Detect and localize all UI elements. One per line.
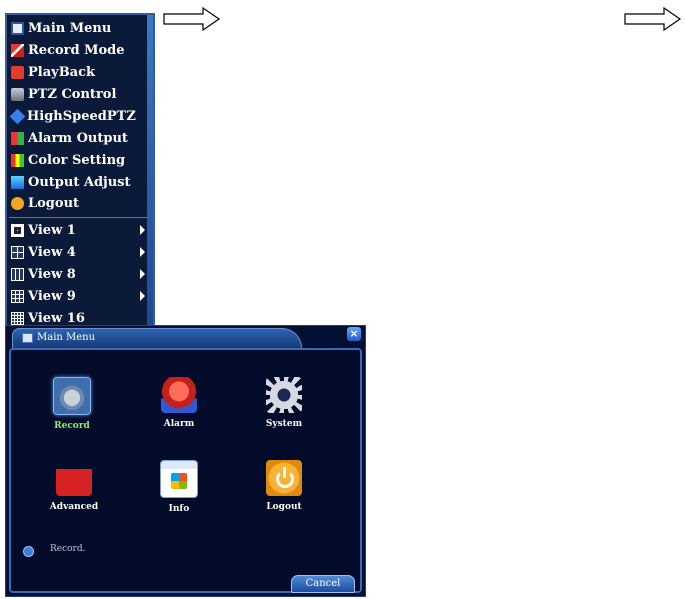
main-menu-window: Main Menu × Record Alarm System Advanced…	[5, 325, 366, 597]
menu-item-color-setting[interactable]: Color Setting	[7, 150, 151, 171]
right-arrow-icon	[163, 6, 221, 32]
menu-item-main-menu[interactable]: Main Menu	[7, 18, 151, 39]
menu-item-output-adjust[interactable]: Output Adjust	[7, 172, 151, 193]
submenu-arrow-icon	[140, 269, 145, 279]
color-setting-icon	[11, 154, 24, 167]
alarm-icon	[161, 377, 197, 413]
menu-item-view-4[interactable]: View 4	[7, 242, 151, 263]
tile-label: Advanced	[49, 502, 99, 512]
close-button[interactable]: ×	[347, 327, 361, 341]
menu-item-label: Alarm Output	[28, 131, 128, 146]
logout-icon	[11, 197, 24, 210]
menu-item-label: Output Adjust	[28, 175, 131, 190]
main-menu-icon	[22, 333, 33, 343]
menu-item-logout[interactable]: Logout	[7, 193, 151, 214]
tile-record[interactable]: Record	[32, 377, 112, 431]
menu-item-alarm-output[interactable]: Alarm Output	[7, 128, 151, 149]
menu-item-label: View 1	[28, 223, 76, 238]
view-8-icon	[11, 268, 24, 281]
menu-item-label: Logout	[28, 196, 80, 211]
menu-item-view-1[interactable]: View 1	[7, 220, 151, 241]
right-arrow-icon	[624, 6, 682, 32]
menu-item-view-9[interactable]: View 9	[7, 286, 151, 307]
tile-system[interactable]: System	[244, 377, 324, 429]
info-dot-icon	[23, 546, 34, 557]
submenu-arrow-icon	[140, 225, 145, 235]
playback-icon	[11, 66, 24, 79]
menu-item-label: PTZ Control	[28, 87, 117, 102]
view-16-icon	[11, 312, 24, 325]
main-menu-icon	[11, 22, 24, 35]
tile-info[interactable]: Info	[139, 460, 219, 514]
highspeed-ptz-icon	[9, 108, 26, 125]
window-title-tab: Main Menu	[12, 328, 302, 348]
menu-item-highspeed-ptz[interactable]: HighSpeedPTZ	[7, 106, 151, 127]
menu-item-label: PlayBack	[28, 65, 96, 80]
menu-item-ptz-control[interactable]: PTZ Control	[7, 84, 151, 105]
main-menu-panel: Record Alarm System Advanced Info Logout	[9, 348, 362, 593]
info-icon	[160, 460, 198, 498]
window-title: Main Menu	[37, 332, 96, 343]
view-4-icon	[11, 246, 24, 259]
menu-item-label: View 4	[28, 245, 76, 260]
context-menu: Main Menu Record Mode PlayBack PTZ Contr…	[5, 13, 155, 327]
window-titlebar: Main Menu ×	[6, 326, 365, 348]
tile-logout[interactable]: Logout	[244, 460, 324, 512]
menu-item-label: View 8	[28, 267, 76, 282]
tile-advanced[interactable]: Advanced	[34, 460, 114, 512]
submenu-arrow-icon	[140, 291, 145, 301]
view-9-icon	[11, 290, 24, 303]
menu-item-label: Main Menu	[28, 21, 112, 36]
output-adjust-icon	[11, 176, 24, 189]
view-1-icon	[11, 224, 24, 237]
menu-item-view-8[interactable]: View 8	[7, 264, 151, 285]
submenu-arrow-icon	[140, 247, 145, 257]
record-icon	[53, 377, 91, 415]
tile-label: Alarm	[163, 419, 195, 429]
menu-item-playback[interactable]: PlayBack	[7, 62, 151, 83]
close-icon: ×	[349, 327, 359, 340]
tile-alarm[interactable]: Alarm	[139, 377, 219, 429]
menu-item-label: View 16	[28, 311, 85, 326]
power-icon	[266, 460, 302, 496]
menu-item-label: View 9	[28, 289, 76, 304]
tile-label: System	[265, 419, 303, 429]
menu-item-label: HighSpeedPTZ	[27, 109, 136, 124]
menu-item-label: Record Mode	[28, 43, 125, 58]
cancel-button[interactable]: Cancel	[291, 575, 355, 593]
menu-divider	[9, 217, 149, 218]
status-text: Record.	[50, 544, 86, 554]
tile-label: Logout	[266, 502, 302, 512]
alarm-output-icon	[11, 132, 24, 145]
ptz-icon	[11, 88, 24, 101]
record-mode-icon	[11, 44, 24, 57]
toolbox-icon	[56, 460, 92, 496]
tile-label: Info	[168, 504, 190, 514]
menu-item-record-mode[interactable]: Record Mode	[7, 40, 151, 61]
tile-label: Record	[54, 421, 90, 431]
menu-item-label: Color Setting	[28, 153, 126, 168]
gear-icon	[266, 377, 302, 413]
